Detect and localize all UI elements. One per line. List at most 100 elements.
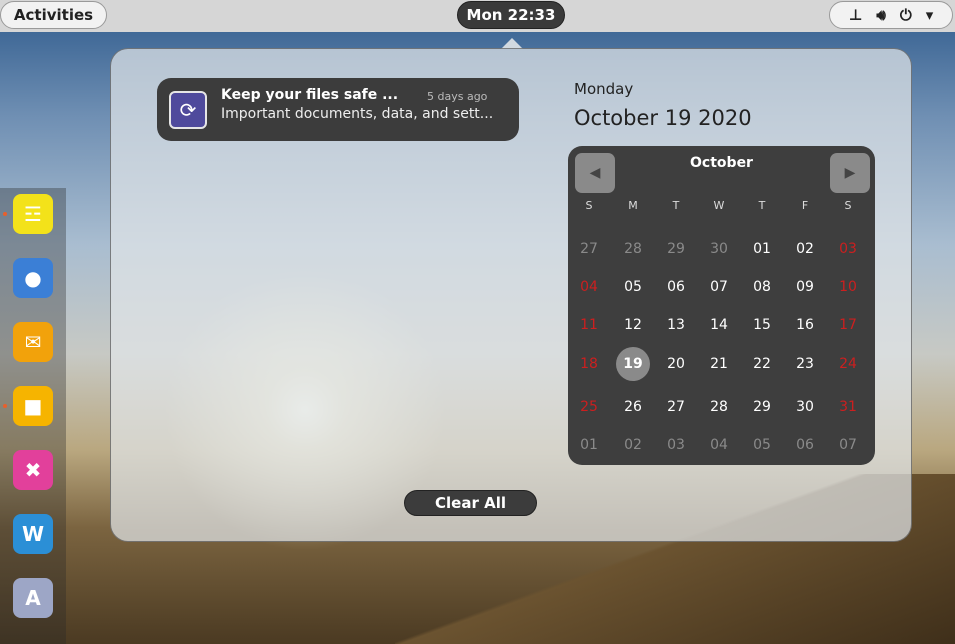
day-number: 30 bbox=[796, 399, 814, 415]
clock-button[interactable]: Mon 22:33 bbox=[457, 1, 565, 29]
running-indicator bbox=[3, 212, 7, 216]
day-number: 02 bbox=[796, 241, 814, 257]
day-number: 03 bbox=[667, 437, 685, 453]
calendar-day[interactable]: 20 bbox=[656, 349, 696, 379]
calendar-day[interactable]: 05 bbox=[742, 430, 782, 460]
calendar-day[interactable]: 01 bbox=[569, 430, 609, 460]
day-number: 27 bbox=[580, 241, 598, 257]
calendar-day[interactable]: 23 bbox=[785, 349, 825, 379]
calendar-day[interactable]: 01 bbox=[742, 234, 782, 264]
files-app[interactable]: ■ bbox=[13, 386, 53, 426]
calendar-day[interactable]: 25 bbox=[569, 392, 609, 422]
calendar-day[interactable]: 28 bbox=[613, 234, 653, 264]
day-number: 11 bbox=[580, 317, 598, 333]
calendar-day[interactable]: 27 bbox=[656, 392, 696, 422]
day-number: 03 bbox=[839, 241, 857, 257]
day-number: 04 bbox=[580, 279, 598, 295]
top-bar: Activities Mon 22:33 ⊥ 🔊︎ ⏻ ▾ bbox=[0, 0, 955, 32]
calendar-day[interactable]: 08 bbox=[742, 272, 782, 302]
calendar-day[interactable]: 30 bbox=[785, 392, 825, 422]
notification-title: Keep your files safe ... bbox=[221, 87, 399, 103]
day-number: 05 bbox=[624, 279, 642, 295]
calendar-day[interactable]: 21 bbox=[699, 349, 739, 379]
calendar-day[interactable]: 07 bbox=[699, 272, 739, 302]
day-number: 19 bbox=[623, 356, 643, 372]
day-number: 01 bbox=[580, 437, 598, 453]
calendar-day[interactable]: 14 bbox=[699, 310, 739, 340]
calendar-day[interactable]: 11 bbox=[569, 310, 609, 340]
calendar-day[interactable]: 29 bbox=[742, 392, 782, 422]
calendar-day[interactable]: 18 bbox=[569, 349, 609, 379]
weekday-header: S bbox=[585, 198, 593, 212]
word-app[interactable]: W bbox=[13, 514, 53, 554]
sound-mixer-app[interactable]: ☲ bbox=[13, 194, 53, 234]
next-month-button[interactable]: ▶ bbox=[830, 153, 870, 193]
notification-item[interactable]: ⟳ Keep your files safe ... 5 days ago Im… bbox=[157, 78, 519, 141]
calendar-day[interactable]: 05 bbox=[613, 272, 653, 302]
month-label: October bbox=[690, 155, 753, 171]
day-number: 17 bbox=[839, 317, 857, 333]
calendar-day[interactable]: 27 bbox=[569, 234, 609, 264]
activities-button[interactable]: Activities bbox=[0, 1, 107, 29]
chevron-down-icon: ▾ bbox=[925, 6, 934, 24]
notification-body: Important documents, data, and sett... bbox=[221, 106, 494, 122]
date-weekday[interactable]: Monday bbox=[574, 80, 633, 98]
calendar-day[interactable]: 04 bbox=[569, 272, 609, 302]
calendar-day[interactable]: 30 bbox=[699, 234, 739, 264]
calendar-day[interactable]: 07 bbox=[828, 430, 868, 460]
calendar-day[interactable]: 09 bbox=[785, 272, 825, 302]
calendar-day[interactable]: 19 bbox=[613, 347, 653, 381]
day-number: 10 bbox=[839, 279, 857, 295]
mail-app[interactable]: ✉ bbox=[13, 322, 53, 362]
day-number: 05 bbox=[753, 437, 771, 453]
notification-time: 5 days ago bbox=[427, 90, 488, 103]
day-number: 25 bbox=[580, 399, 598, 415]
day-number: 29 bbox=[753, 399, 771, 415]
volume-icon: 🔊︎ bbox=[876, 6, 886, 24]
day-number: 22 bbox=[753, 356, 771, 372]
x-app[interactable]: ✖ bbox=[13, 450, 53, 490]
day-number: 31 bbox=[839, 399, 857, 415]
weekday-header: M bbox=[628, 198, 638, 212]
calendar-day[interactable]: 12 bbox=[613, 310, 653, 340]
clear-all-button[interactable]: Clear All bbox=[404, 490, 537, 516]
calendar-day[interactable]: 31 bbox=[828, 392, 868, 422]
day-number: 12 bbox=[624, 317, 642, 333]
dock: ☲ ● ✉ ■ ✖ W A bbox=[0, 188, 66, 644]
calendar-day[interactable]: 17 bbox=[828, 310, 868, 340]
calendar-day[interactable]: 03 bbox=[656, 430, 696, 460]
calendar-day[interactable]: 22 bbox=[742, 349, 782, 379]
calendar-day[interactable]: 26 bbox=[613, 392, 653, 422]
day-number: 28 bbox=[624, 241, 642, 257]
calendar-day[interactable]: 03 bbox=[828, 234, 868, 264]
day-number: 06 bbox=[796, 437, 814, 453]
network-icon: ⊥ bbox=[848, 6, 863, 24]
power-icon: ⏻ bbox=[899, 6, 912, 24]
day-number: 26 bbox=[624, 399, 642, 415]
calendar-day[interactable]: 02 bbox=[785, 234, 825, 264]
weekday-header: T bbox=[758, 198, 766, 212]
day-number: 16 bbox=[796, 317, 814, 333]
calendar-day[interactable]: 04 bbox=[699, 430, 739, 460]
weekday-header: T bbox=[672, 198, 680, 212]
weekday-header: F bbox=[801, 198, 809, 212]
day-number: 28 bbox=[710, 399, 728, 415]
calendar-day[interactable]: 28 bbox=[699, 392, 739, 422]
calendar-day[interactable]: 06 bbox=[785, 430, 825, 460]
calendar-day[interactable]: 06 bbox=[656, 272, 696, 302]
day-number: 06 bbox=[667, 279, 685, 295]
calendar-day[interactable]: 24 bbox=[828, 349, 868, 379]
day-number: 07 bbox=[710, 279, 728, 295]
calendar-day[interactable]: 13 bbox=[656, 310, 696, 340]
day-number: 07 bbox=[839, 437, 857, 453]
firefox-app[interactable]: ● bbox=[13, 258, 53, 298]
calendar-day[interactable]: 02 bbox=[613, 430, 653, 460]
calendar-day[interactable]: 29 bbox=[656, 234, 696, 264]
date-full[interactable]: October 19 2020 bbox=[574, 106, 752, 130]
calendar-day[interactable]: 16 bbox=[785, 310, 825, 340]
calendar-day[interactable]: 15 bbox=[742, 310, 782, 340]
system-menu-button[interactable]: ⊥ 🔊︎ ⏻ ▾ bbox=[829, 1, 953, 29]
text-editor-app[interactable]: A bbox=[13, 578, 53, 618]
calendar-day[interactable]: 10 bbox=[828, 272, 868, 302]
day-number: 08 bbox=[753, 279, 771, 295]
